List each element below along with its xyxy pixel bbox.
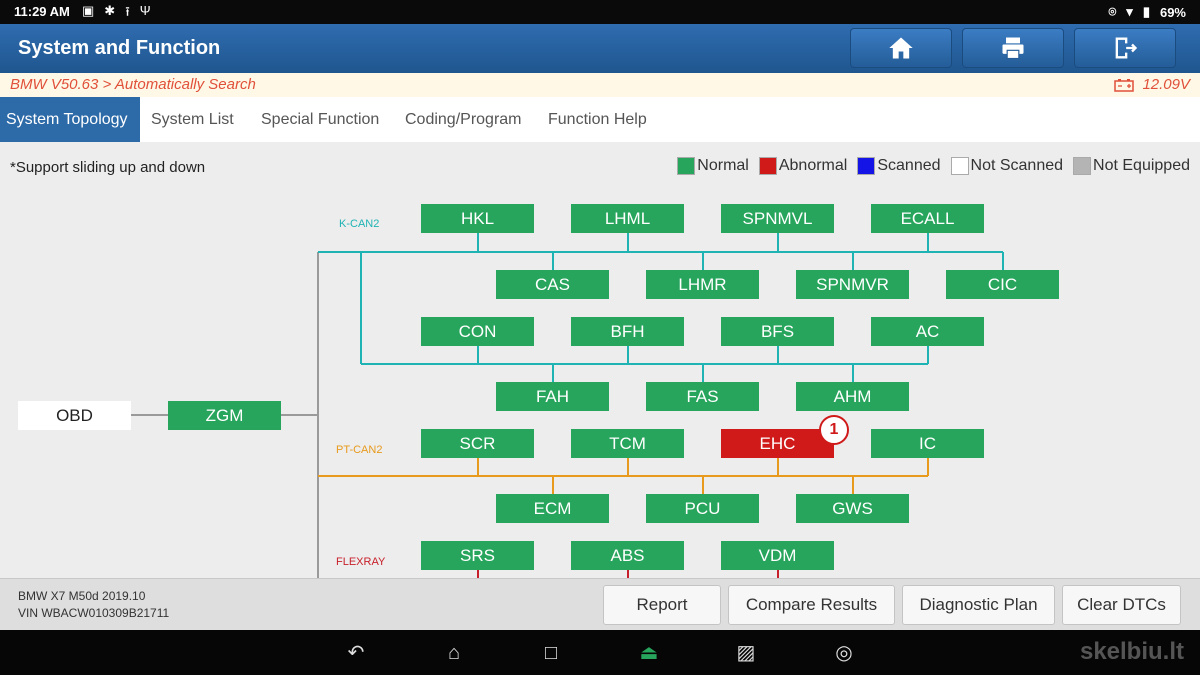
module-con[interactable]: CON (421, 317, 534, 346)
module-vdm[interactable]: VDM (721, 541, 834, 570)
gallery-icon[interactable]: ▨ (734, 642, 758, 664)
page-title: System and Function (18, 37, 221, 59)
module-cas[interactable]: CAS (496, 270, 609, 299)
module-fas[interactable]: FAS (646, 382, 759, 411)
android-navigation-bar: ↶ ⌂ □ ⏏ ▨ ◎ skelbiu.lt (0, 630, 1200, 675)
tab-system-list[interactable]: System List (151, 97, 234, 142)
app-header: System and Function (0, 24, 1200, 73)
printer-icon (1002, 37, 1024, 60)
module-lhml[interactable]: LHML (571, 204, 684, 233)
upload-notification-icon: ⭱ (125, 4, 130, 19)
battery-voltage: 12.09V (1142, 76, 1190, 93)
tab-bar: System Topology System List Special Func… (0, 97, 1200, 142)
module-ecall[interactable]: ECALL (871, 204, 984, 233)
clear-dtcs-button[interactable]: Clear DTCs (1062, 585, 1181, 625)
module-abs[interactable]: ABS (571, 541, 684, 570)
watermark: skelbiu.lt (1079, 638, 1184, 665)
back-icon[interactable]: ↶ (344, 642, 368, 664)
obd-node: OBD (18, 401, 131, 430)
tab-function-help[interactable]: Function Help (548, 97, 647, 142)
tab-coding-program[interactable]: Coding/Program (405, 97, 522, 142)
compare-results-button[interactable]: Compare Results (728, 585, 895, 625)
bus-label-pt-can2: PT-CAN2 (336, 444, 383, 456)
module-fah[interactable]: FAH (496, 382, 609, 411)
home-icon (889, 37, 913, 59)
module-ic[interactable]: IC (871, 429, 984, 458)
module-ahm[interactable]: AHM (796, 382, 909, 411)
topology-canvas[interactable]: *Support sliding up and down Normal Abno… (0, 142, 1200, 578)
module-ehc[interactable]: EHC (721, 429, 834, 458)
usb-notification-icon: Ψ (139, 3, 151, 18)
recents-icon[interactable]: □ (539, 642, 563, 664)
print-button[interactable] (962, 28, 1064, 68)
module-cic[interactable]: CIC (946, 270, 1059, 299)
module-zgm[interactable]: ZGM (168, 401, 281, 430)
module-hkl[interactable]: HKL (421, 204, 534, 233)
vehicle-model: BMW X7 M50d 2019.10 (18, 589, 146, 603)
module-pcu[interactable]: PCU (646, 494, 759, 523)
browser-icon[interactable]: ◎ (832, 642, 856, 664)
home-button[interactable] (850, 28, 952, 68)
fault-count-badge: 1 (819, 415, 849, 445)
module-gws[interactable]: GWS (796, 494, 909, 523)
bus-label-flexray: FLEXRAY (336, 556, 386, 568)
exit-button[interactable] (1074, 28, 1176, 68)
settings-notification-icon: ✱ (104, 3, 116, 18)
tab-system-topology[interactable]: System Topology (0, 97, 140, 142)
module-scr[interactable]: SCR (421, 429, 534, 458)
module-ecm[interactable]: ECM (496, 494, 609, 523)
android-status-bar: 11:29 AM ▣ ✱ ⭱ Ψ ⌾ ▾ ▮ 69% (0, 0, 1200, 24)
module-spnmvr[interactable]: SPNMVR (796, 270, 909, 299)
vehicle-info: BMW X7 M50d 2019.10 VIN WBACW010309B2171… (18, 588, 169, 622)
module-ac[interactable]: AC (871, 317, 984, 346)
car-battery-icon (1114, 78, 1135, 92)
battery-icon: ▮ (1142, 4, 1150, 19)
breadcrumb: BMW V50.63 > Automatically Search 12.09V (0, 73, 1200, 97)
module-bfs[interactable]: BFS (721, 317, 834, 346)
module-tcm[interactable]: TCM (571, 429, 684, 458)
tab-special-function[interactable]: Special Function (261, 97, 379, 142)
location-icon: ⌾ (1108, 4, 1117, 19)
report-button[interactable]: Report (603, 585, 721, 625)
vehicle-vin: VIN WBACW010309B21711 (18, 606, 170, 620)
module-spnmvl[interactable]: SPNMVL (721, 204, 834, 233)
exit-icon (1115, 37, 1138, 59)
wifi-icon: ▾ (1126, 4, 1133, 19)
module-srs[interactable]: SRS (421, 541, 534, 570)
footer-bar: BMW X7 M50d 2019.10 VIN WBACW010309B2171… (0, 578, 1200, 630)
module-bfh[interactable]: BFH (571, 317, 684, 346)
clock: 11:29 AM (14, 4, 70, 19)
bus-label-k-can2: K-CAN2 (339, 218, 380, 230)
battery-level: 69% (1159, 4, 1186, 20)
gallery-notification-icon: ▣ (82, 3, 95, 18)
module-lhmr[interactable]: LHMR (646, 270, 759, 299)
diagnostic-plan-button[interactable]: Diagnostic Plan (902, 585, 1055, 625)
home-nav-icon[interactable]: ⌂ (442, 642, 466, 664)
breadcrumb-path: BMW V50.63 > Automatically Search (10, 76, 256, 93)
vci-connector-icon[interactable]: ⏏ (637, 642, 661, 664)
